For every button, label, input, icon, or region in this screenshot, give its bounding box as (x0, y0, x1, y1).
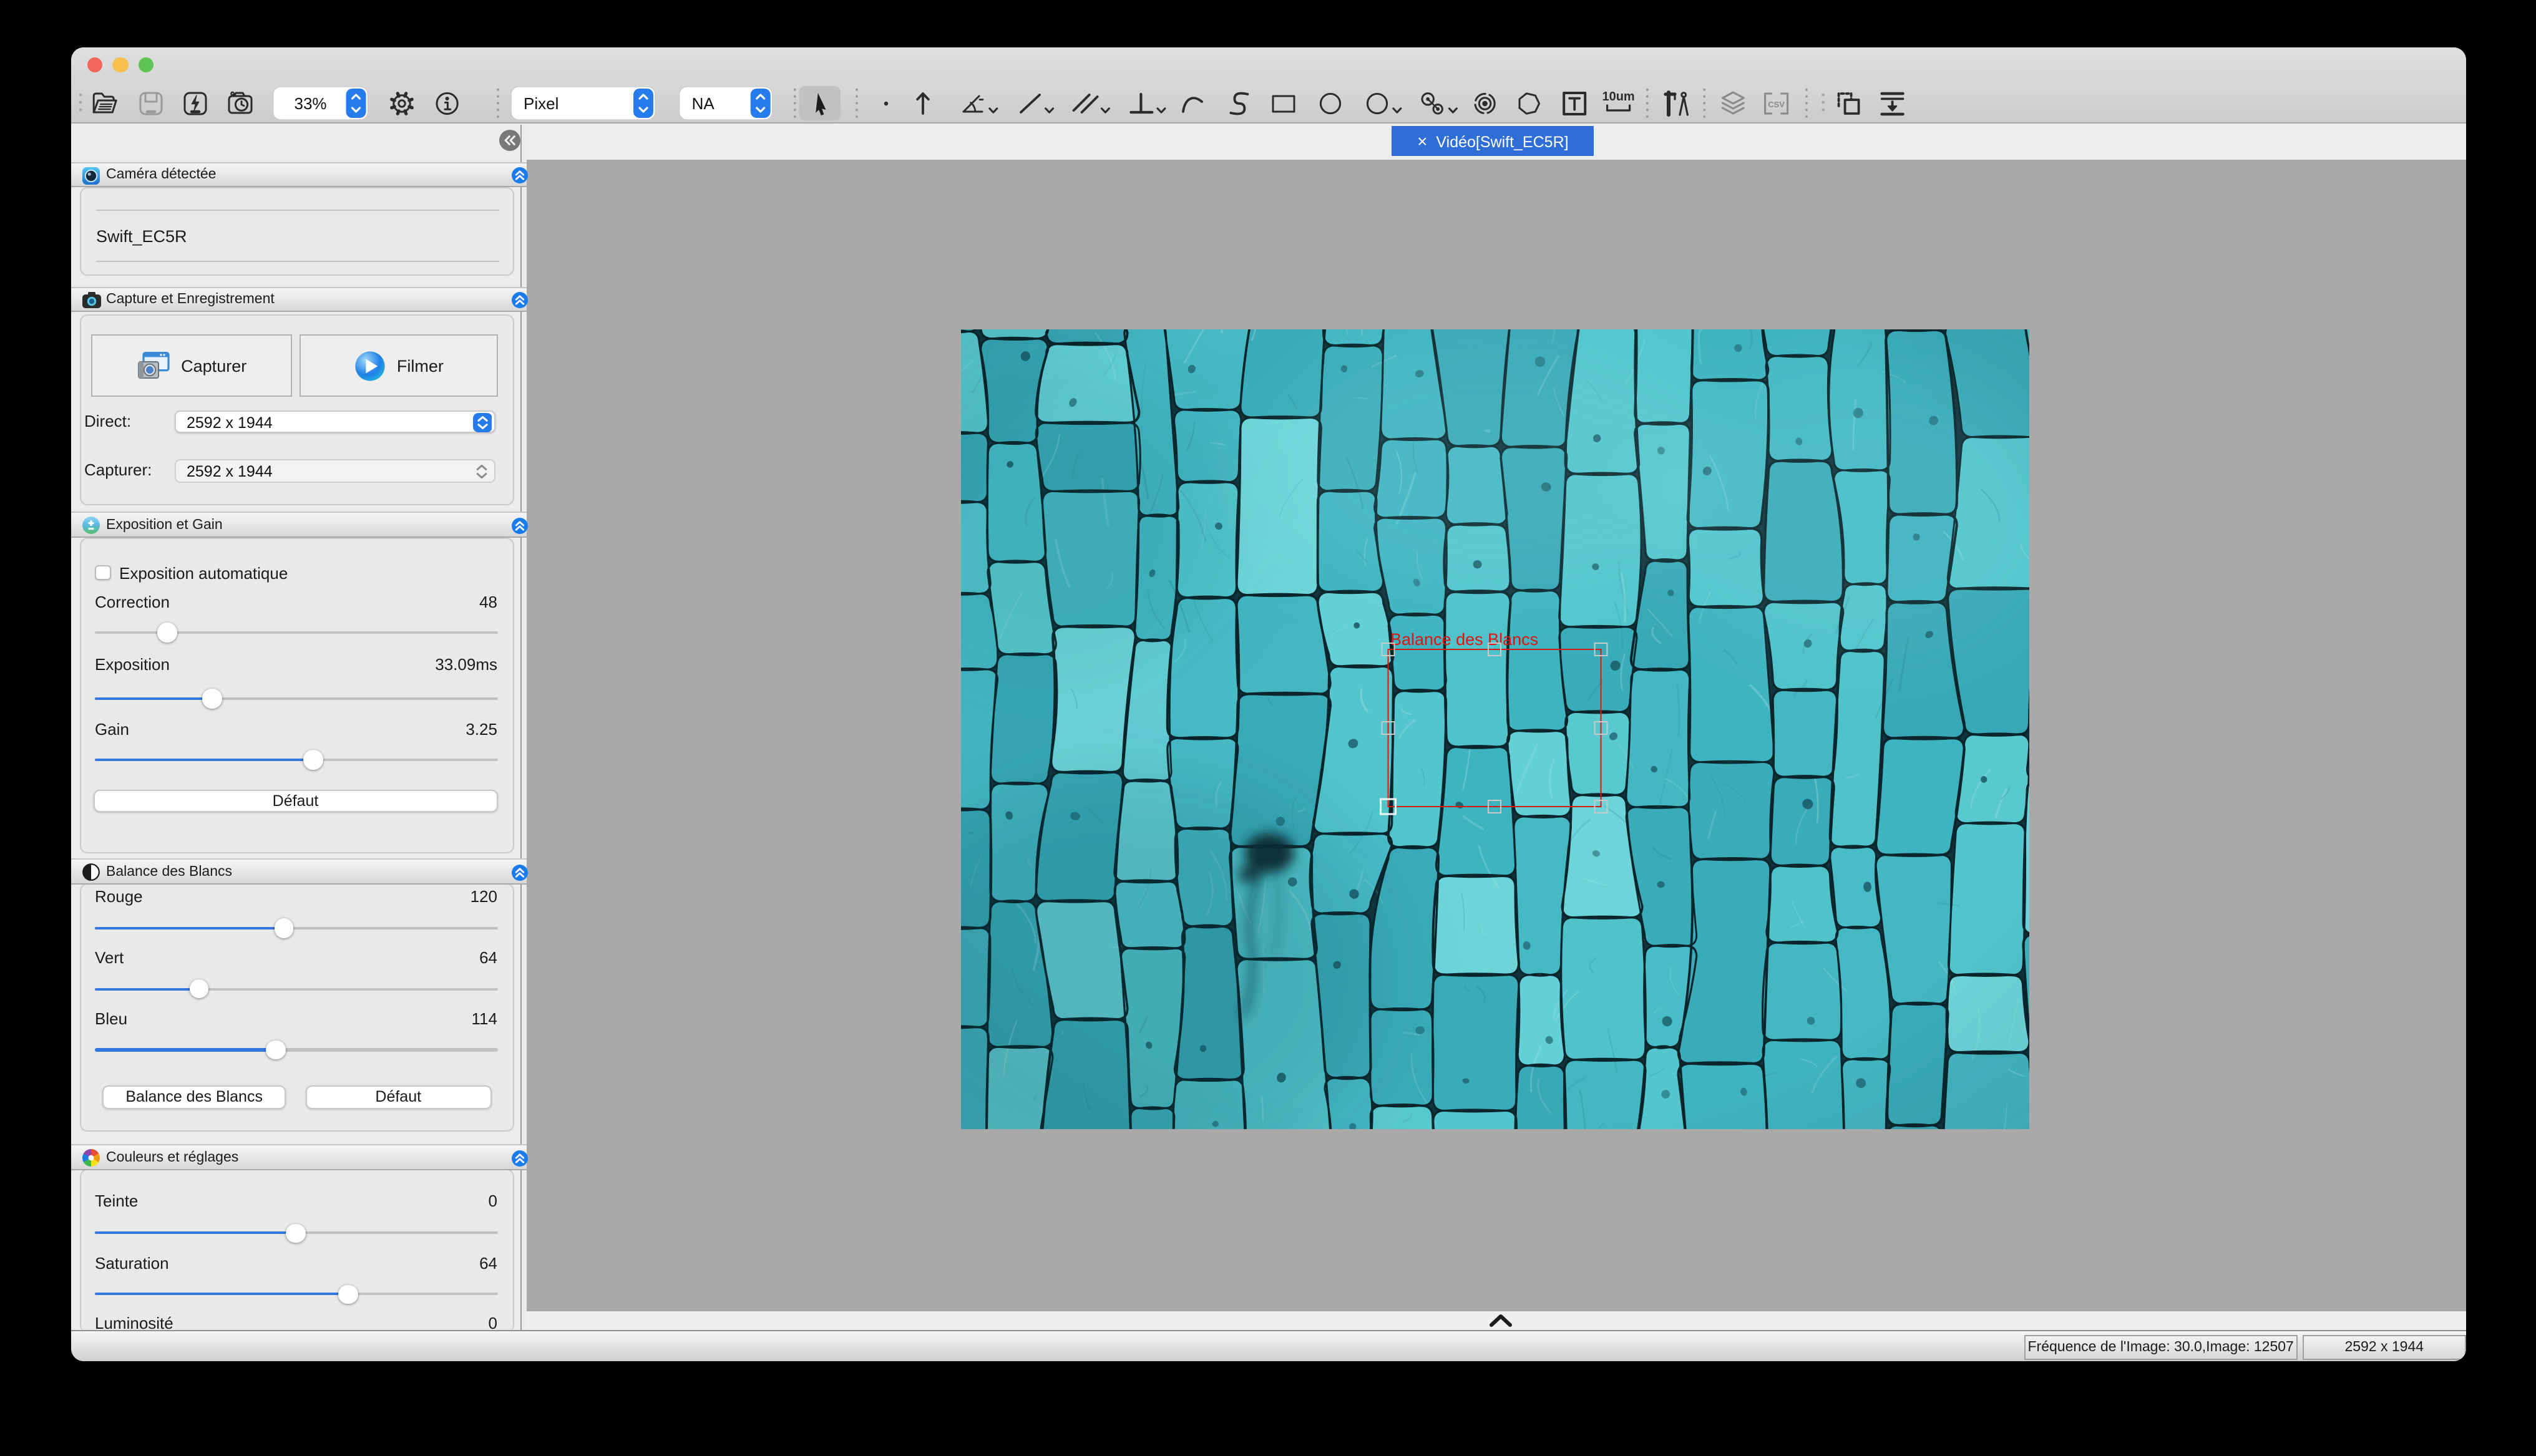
svg-text:10um: 10um (1601, 90, 1634, 104)
svg-text:CSV: CSV (1767, 100, 1784, 109)
svg-text:33%: 33% (294, 94, 326, 113)
svg-text:Balance des Blancs: Balance des Blancs (1390, 629, 1538, 648)
svg-text:Pixel: Pixel (523, 94, 558, 113)
svg-text:NA: NA (691, 94, 714, 113)
